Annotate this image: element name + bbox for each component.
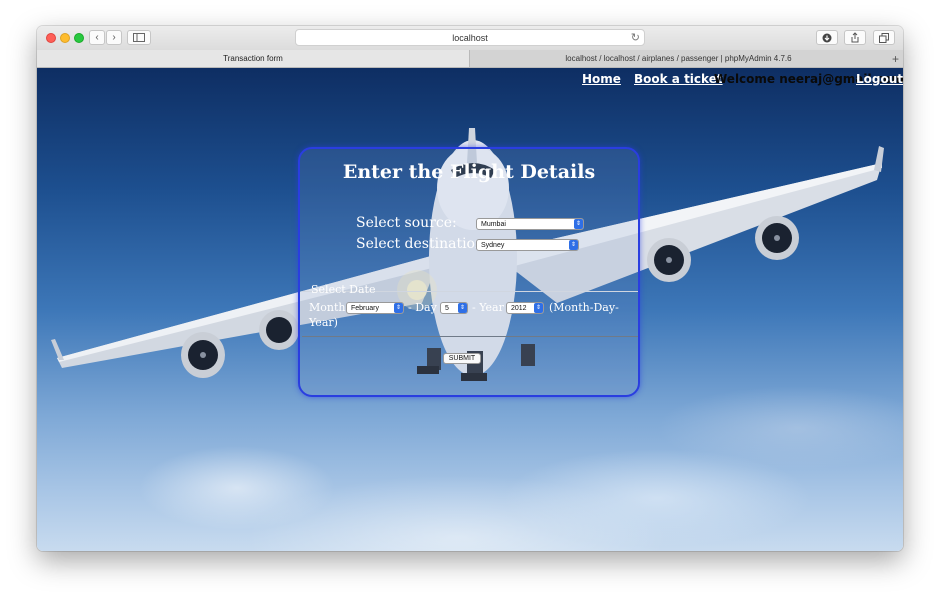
destination-label: Select destination: [356, 236, 489, 252]
downloads-button[interactable] [816, 30, 838, 45]
form-title: Enter the Flight Details [342, 161, 596, 183]
browser-window: ‹ › localhost ↻ Transaction form localho… [37, 26, 903, 551]
select-arrows-icon: ⇕ [569, 240, 578, 250]
address-bar[interactable]: localhost ↻ [295, 29, 645, 46]
forward-button[interactable]: › [106, 30, 122, 45]
new-tab-button[interactable]: + [892, 50, 899, 67]
select-arrows-icon: ⇕ [534, 303, 543, 313]
date-format-hint: (Month-Day- [549, 301, 619, 314]
share-icon [851, 32, 859, 43]
reload-icon[interactable]: ↻ [631, 31, 640, 44]
year-value: 2012 [511, 304, 527, 312]
tab-phpmyadmin[interactable]: localhost / localhost / airplanes / pass… [470, 50, 887, 67]
back-button[interactable]: ‹ [89, 30, 105, 45]
destination-value: Sydney [481, 241, 505, 249]
page-content: Home Book a ticket Welcome neeraj@gmail.… [37, 68, 903, 551]
tab-bar: Transaction form localhost / localhost /… [37, 50, 903, 68]
close-window-button[interactable] [46, 33, 56, 43]
nav-home-link[interactable]: Home [582, 72, 621, 86]
source-label: Select source: [356, 215, 457, 231]
address-text: localhost [452, 32, 488, 43]
share-button[interactable] [844, 30, 866, 45]
submit-button[interactable]: SUBMIT [443, 353, 481, 364]
title-bar: ‹ › localhost ↻ [37, 26, 903, 51]
day-value: 5 [445, 304, 449, 312]
download-icon [822, 33, 832, 42]
zoom-window-button[interactable] [74, 33, 84, 43]
month-value: February [351, 304, 380, 312]
source-select[interactable]: Mumbai ⇕ [476, 218, 584, 230]
destination-select[interactable]: Sydney ⇕ [476, 239, 579, 251]
sidebar-icon [133, 33, 145, 42]
tab-label: localhost / localhost / airplanes / pass… [565, 54, 792, 63]
chevron-right-icon: › [112, 31, 116, 43]
tabs-overview-button[interactable] [873, 30, 895, 45]
select-arrows-icon: ⇕ [394, 303, 403, 313]
month-select[interactable]: February ⇕ [346, 302, 404, 314]
tabs-icon [879, 32, 889, 43]
tab-transaction-form[interactable]: Transaction form [37, 50, 470, 67]
date-legend: Select Date [311, 283, 376, 296]
nav-logout-link[interactable]: Logout [856, 72, 903, 86]
source-value: Mumbai [481, 220, 506, 228]
minimize-window-button[interactable] [60, 33, 70, 43]
date-fieldset [302, 291, 638, 337]
year-label: - Year [472, 301, 504, 314]
flight-details-form: Enter the Flight Details Select source: … [298, 147, 640, 397]
nav-book-ticket-link[interactable]: Book a ticket [634, 72, 723, 86]
year-select[interactable]: 2012 ⇕ [506, 302, 544, 314]
day-select[interactable]: 5 ⇕ [440, 302, 468, 314]
select-arrows-icon: ⇕ [458, 303, 467, 313]
month-label: Month [309, 301, 346, 314]
select-arrows-icon: ⇕ [574, 219, 583, 229]
chevron-left-icon: ‹ [95, 31, 99, 43]
tab-label: Transaction form [223, 54, 283, 63]
date-format-hint-cont: Year) [309, 316, 338, 329]
day-label: - Day [408, 301, 437, 314]
sidebar-toggle-button[interactable] [127, 30, 151, 45]
